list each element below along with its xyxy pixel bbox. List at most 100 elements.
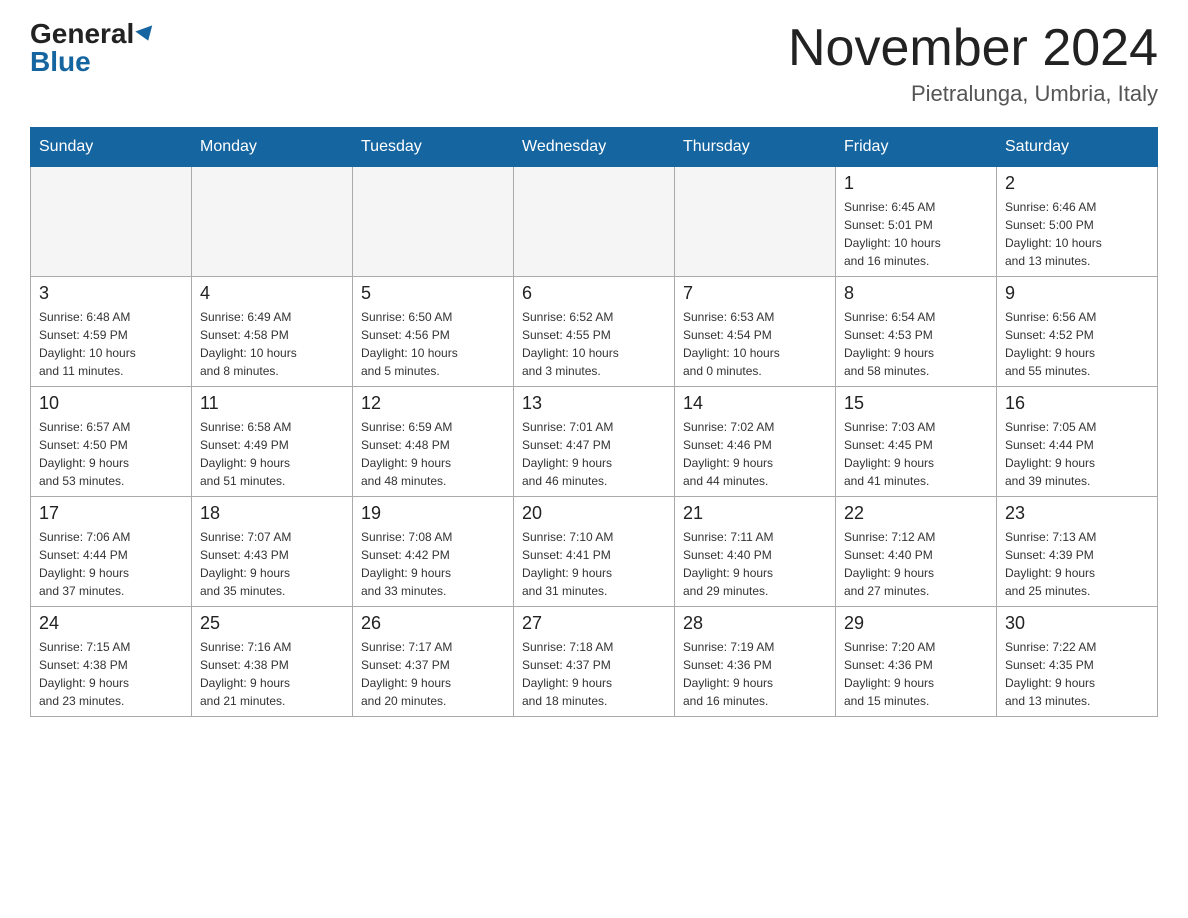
calendar-cell: 27 Sunrise: 7:18 AMSunset: 4:37 PMDayligh… — [514, 607, 675, 717]
day-number: 8 — [844, 283, 988, 304]
day-info: Sunrise: 7:03 AMSunset: 4:45 PMDaylight:… — [844, 418, 988, 490]
day-number: 29 — [844, 613, 988, 634]
calendar-cell — [353, 167, 514, 277]
calendar-cell: 14Sunrise: 7:02 AMSunset: 4:46 PMDayligh… — [675, 387, 836, 497]
page-header: General Blue November 2024 Pietralunga, … — [30, 20, 1158, 107]
day-number: 5 — [361, 283, 505, 304]
calendar-week-row: 17 Sunrise: 7:06 AMSunset: 4:44 PMDayligh… — [31, 497, 1158, 607]
calendar-cell: 21 Sunrise: 7:11 AMSunset: 4:40 PMDayligh… — [675, 497, 836, 607]
calendar-header-tuesday: Tuesday — [353, 128, 514, 167]
day-info: Sunrise: 7:15 AMSunset: 4:38 PMDaylight:… — [39, 638, 183, 710]
calendar-header-wednesday: Wednesday — [514, 128, 675, 167]
day-info: Sunrise: 7:16 AMSunset: 4:38 PMDaylight:… — [200, 638, 344, 710]
day-number: 28 — [683, 613, 827, 634]
day-info: Sunrise: 7:12 AMSunset: 4:40 PMDaylight:… — [844, 528, 988, 600]
day-info: Sunrise: 6:46 AMSunset: 5:00 PMDaylight:… — [1005, 198, 1149, 270]
day-info: Sunrise: 6:54 AMSunset: 4:53 PMDaylight:… — [844, 308, 988, 380]
day-info: Sunrise: 7:01 AMSunset: 4:47 PMDaylight:… — [522, 418, 666, 490]
calendar-cell: 11 Sunrise: 6:58 AMSunset: 4:49 PMDayligh… — [192, 387, 353, 497]
calendar-cell: 29Sunrise: 7:20 AMSunset: 4:36 PMDayligh… — [836, 607, 997, 717]
calendar-cell — [31, 167, 192, 277]
day-number: 27 — [522, 613, 666, 634]
day-info: Sunrise: 7:22 AMSunset: 4:35 PMDaylight:… — [1005, 638, 1149, 710]
day-info: Sunrise: 6:50 AMSunset: 4:56 PMDaylight:… — [361, 308, 505, 380]
calendar-header-thursday: Thursday — [675, 128, 836, 167]
calendar-cell: 30 Sunrise: 7:22 AMSunset: 4:35 PMDayligh… — [997, 607, 1158, 717]
day-info: Sunrise: 6:53 AMSunset: 4:54 PMDaylight:… — [683, 308, 827, 380]
day-number: 18 — [200, 503, 344, 524]
day-info: Sunrise: 7:13 AMSunset: 4:39 PMDaylight:… — [1005, 528, 1149, 600]
calendar-cell: 20 Sunrise: 7:10 AMSunset: 4:41 PMDayligh… — [514, 497, 675, 607]
day-number: 30 — [1005, 613, 1149, 634]
calendar-cell: 1Sunrise: 6:45 AMSunset: 5:01 PMDaylight… — [836, 167, 997, 277]
day-number: 11 — [200, 393, 344, 414]
day-number: 7 — [683, 283, 827, 304]
month-title: November 2024 — [788, 20, 1158, 77]
calendar-cell: 3Sunrise: 6:48 AMSunset: 4:59 PMDaylight… — [31, 277, 192, 387]
day-info: Sunrise: 6:52 AMSunset: 4:55 PMDaylight:… — [522, 308, 666, 380]
day-number: 22 — [844, 503, 988, 524]
calendar-week-row: 3Sunrise: 6:48 AMSunset: 4:59 PMDaylight… — [31, 277, 1158, 387]
day-number: 14 — [683, 393, 827, 414]
calendar-cell: 6 Sunrise: 6:52 AMSunset: 4:55 PMDaylight… — [514, 277, 675, 387]
day-info: Sunrise: 7:11 AMSunset: 4:40 PMDaylight:… — [683, 528, 827, 600]
title-section: November 2024 Pietralunga, Umbria, Italy — [788, 20, 1158, 107]
calendar-cell — [192, 167, 353, 277]
day-number: 9 — [1005, 283, 1149, 304]
calendar-week-row: 10 Sunrise: 6:57 AMSunset: 4:50 PMDayligh… — [31, 387, 1158, 497]
day-number: 21 — [683, 503, 827, 524]
calendar-cell: 22 Sunrise: 7:12 AMSunset: 4:40 PMDayligh… — [836, 497, 997, 607]
day-info: Sunrise: 6:59 AMSunset: 4:48 PMDaylight:… — [361, 418, 505, 490]
day-info: Sunrise: 7:06 AMSunset: 4:44 PMDaylight:… — [39, 528, 183, 600]
day-info: Sunrise: 7:19 AMSunset: 4:36 PMDaylight:… — [683, 638, 827, 710]
calendar-cell — [675, 167, 836, 277]
day-info: Sunrise: 6:48 AMSunset: 4:59 PMDaylight:… — [39, 308, 183, 380]
day-info: Sunrise: 7:18 AMSunset: 4:37 PMDaylight:… — [522, 638, 666, 710]
calendar-cell: 17 Sunrise: 7:06 AMSunset: 4:44 PMDayligh… — [31, 497, 192, 607]
calendar-cell: 25Sunrise: 7:16 AMSunset: 4:38 PMDayligh… — [192, 607, 353, 717]
calendar-cell: 16 Sunrise: 7:05 AMSunset: 4:44 PMDayligh… — [997, 387, 1158, 497]
calendar-cell: 5 Sunrise: 6:50 AMSunset: 4:56 PMDaylight… — [353, 277, 514, 387]
logo-blue-text: Blue — [30, 46, 91, 77]
day-info: Sunrise: 7:17 AMSunset: 4:37 PMDaylight:… — [361, 638, 505, 710]
logo-arrow-icon — [136, 25, 157, 43]
day-number: 19 — [361, 503, 505, 524]
day-info: Sunrise: 6:58 AMSunset: 4:49 PMDaylight:… — [200, 418, 344, 490]
day-info: Sunrise: 7:05 AMSunset: 4:44 PMDaylight:… — [1005, 418, 1149, 490]
calendar-cell: 19 Sunrise: 7:08 AMSunset: 4:42 PMDayligh… — [353, 497, 514, 607]
day-info: Sunrise: 6:49 AMSunset: 4:58 PMDaylight:… — [200, 308, 344, 380]
calendar-cell: 13Sunrise: 7:01 AMSunset: 4:47 PMDayligh… — [514, 387, 675, 497]
day-info: Sunrise: 7:10 AMSunset: 4:41 PMDaylight:… — [522, 528, 666, 600]
calendar-cell: 10 Sunrise: 6:57 AMSunset: 4:50 PMDayligh… — [31, 387, 192, 497]
calendar-header-monday: Monday — [192, 128, 353, 167]
calendar-week-row: 24 Sunrise: 7:15 AMSunset: 4:38 PMDayligh… — [31, 607, 1158, 717]
calendar-cell: 9 Sunrise: 6:56 AMSunset: 4:52 PMDaylight… — [997, 277, 1158, 387]
calendar-cell: 7 Sunrise: 6:53 AMSunset: 4:54 PMDaylight… — [675, 277, 836, 387]
calendar-cell: 15Sunrise: 7:03 AMSunset: 4:45 PMDayligh… — [836, 387, 997, 497]
calendar-header-sunday: Sunday — [31, 128, 192, 167]
calendar-week-row: 1Sunrise: 6:45 AMSunset: 5:01 PMDaylight… — [31, 167, 1158, 277]
calendar-header-friday: Friday — [836, 128, 997, 167]
calendar-cell: 4Sunrise: 6:49 AMSunset: 4:58 PMDaylight… — [192, 277, 353, 387]
day-number: 20 — [522, 503, 666, 524]
logo: General Blue — [30, 20, 155, 76]
day-number: 10 — [39, 393, 183, 414]
day-info: Sunrise: 6:57 AMSunset: 4:50 PMDaylight:… — [39, 418, 183, 490]
calendar-cell: 28 Sunrise: 7:19 AMSunset: 4:36 PMDayligh… — [675, 607, 836, 717]
location-subtitle: Pietralunga, Umbria, Italy — [788, 81, 1158, 107]
day-number: 6 — [522, 283, 666, 304]
calendar-table: SundayMondayTuesdayWednesdayThursdayFrid… — [30, 127, 1158, 717]
day-number: 17 — [39, 503, 183, 524]
calendar-cell: 12Sunrise: 6:59 AMSunset: 4:48 PMDayligh… — [353, 387, 514, 497]
day-number: 16 — [1005, 393, 1149, 414]
calendar-header-saturday: Saturday — [997, 128, 1158, 167]
day-info: Sunrise: 7:08 AMSunset: 4:42 PMDaylight:… — [361, 528, 505, 600]
calendar-cell: 8 Sunrise: 6:54 AMSunset: 4:53 PMDaylight… — [836, 277, 997, 387]
calendar-cell: 26Sunrise: 7:17 AMSunset: 4:37 PMDayligh… — [353, 607, 514, 717]
calendar-cell: 24 Sunrise: 7:15 AMSunset: 4:38 PMDayligh… — [31, 607, 192, 717]
logo-general-text: General — [30, 20, 134, 48]
day-number: 24 — [39, 613, 183, 634]
calendar-cell: 23 Sunrise: 7:13 AMSunset: 4:39 PMDayligh… — [997, 497, 1158, 607]
day-info: Sunrise: 6:56 AMSunset: 4:52 PMDaylight:… — [1005, 308, 1149, 380]
day-number: 23 — [1005, 503, 1149, 524]
